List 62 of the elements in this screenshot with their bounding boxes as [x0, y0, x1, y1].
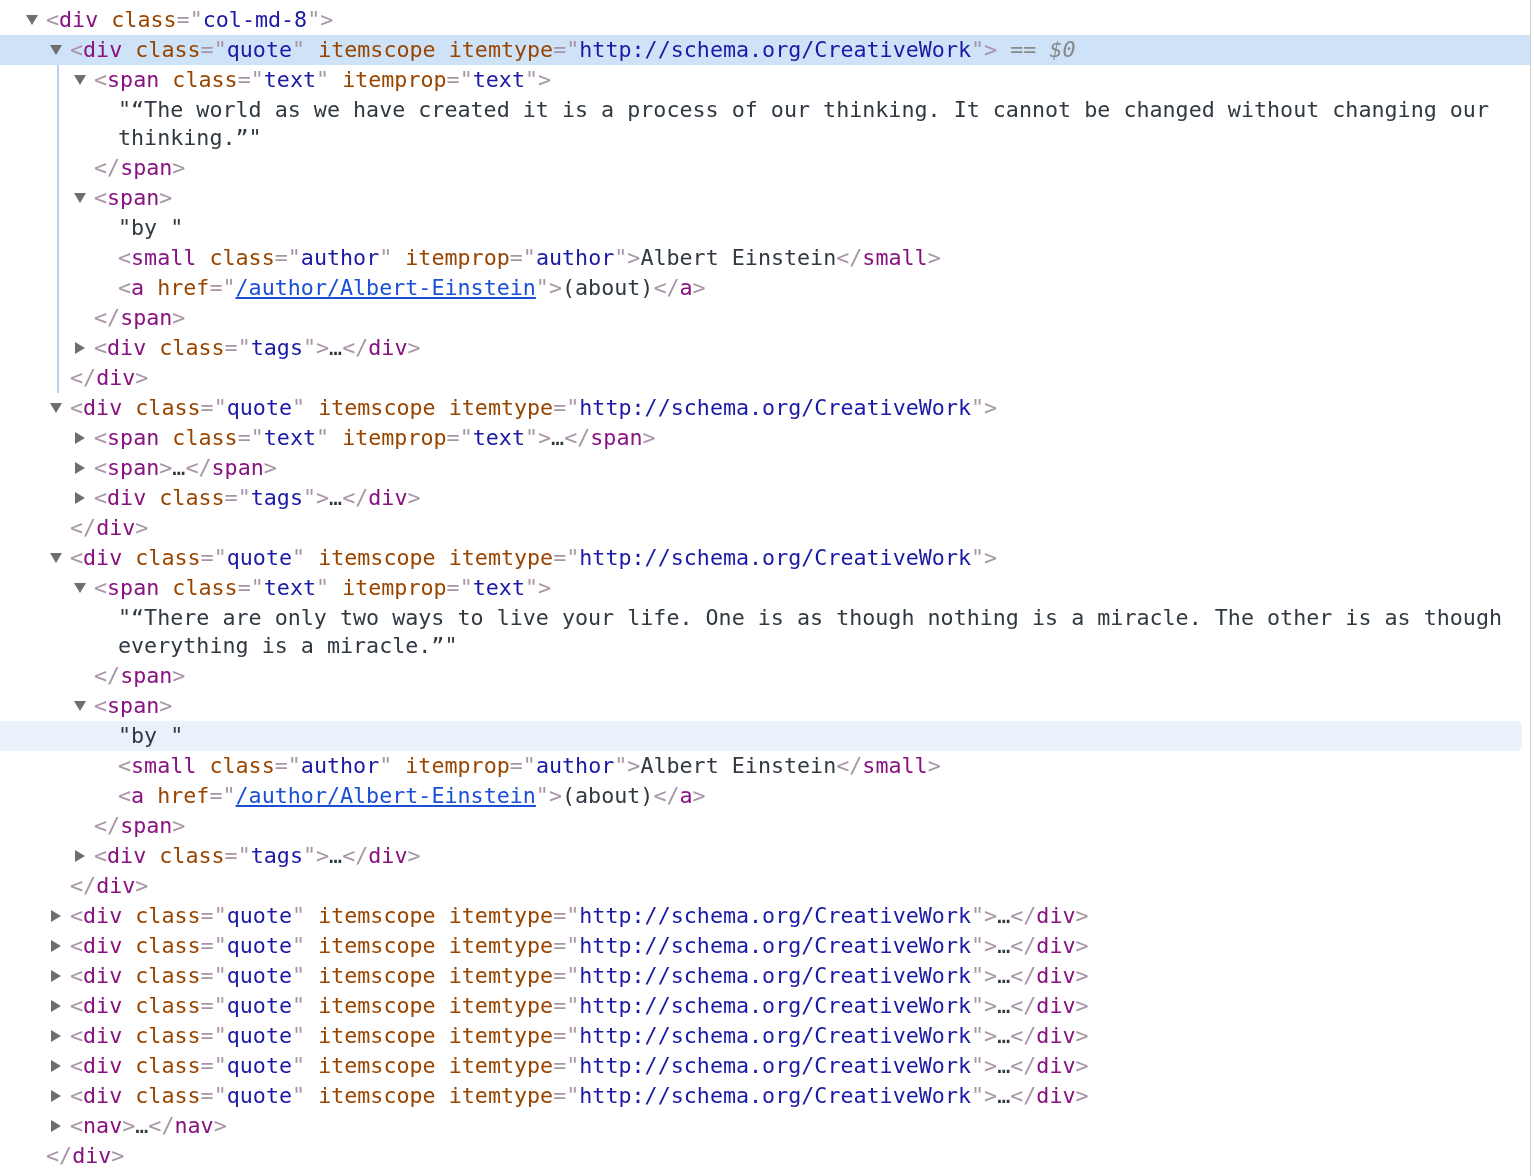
element-tag[interactable]: <span class="text" itemprop="text">: [94, 66, 552, 94]
expand-arrow-icon[interactable]: [50, 1000, 62, 1012]
element-tag[interactable]: <div class="tags">…</div>: [94, 842, 421, 870]
element-tag[interactable]: <a href="/author/Albert-Einstein">(about)</a>: [118, 782, 706, 810]
expand-arrow-icon[interactable]: [74, 342, 86, 354]
hovered-row-highlight[interactable]: "by ": [0, 721, 1522, 751]
text-node[interactable]: "“There are only two ways to live your life. One is as though nothing is a miracle. The other is as though everything is a miracle.”": [118, 604, 1526, 660]
closing-tag: </span>: [94, 812, 186, 840]
element-tag[interactable]: <div class="quote" itemscope itemtype="http://schema.org/CreativeWork">…</div>: [70, 1082, 1089, 1110]
collapse-arrow-icon[interactable]: [74, 700, 86, 712]
collapse-arrow-icon[interactable]: [50, 44, 62, 56]
expand-arrow-icon[interactable]: [50, 970, 62, 982]
collapse-arrow-icon[interactable]: [50, 402, 62, 414]
element-tag[interactable]: <small class="author" itemprop="author">Albert Einstein</small>: [118, 244, 941, 272]
expand-arrow-icon[interactable]: [50, 1120, 62, 1132]
element-tag[interactable]: <span class="text" itemprop="text">: [94, 574, 552, 602]
element-tag[interactable]: <div class="quote" itemscope itemtype="http://schema.org/CreativeWork">…</div>: [70, 962, 1089, 990]
element-tag[interactable]: <div class="quote" itemscope itemtype="http://schema.org/CreativeWork"> == $0: [70, 36, 1076, 64]
expand-arrow-icon[interactable]: [50, 940, 62, 952]
expand-arrow-icon[interactable]: [50, 1060, 62, 1072]
closing-tag: </span>: [94, 304, 186, 332]
closing-tag: </div>: [70, 514, 149, 542]
text-node[interactable]: "by ": [118, 722, 184, 750]
expand-arrow-icon[interactable]: [74, 492, 86, 504]
element-tag[interactable]: <div class="quote" itemscope itemtype="http://schema.org/CreativeWork">…</div>: [70, 992, 1089, 1020]
element-tag[interactable]: <nav>…</nav>: [70, 1112, 227, 1140]
text-node[interactable]: "by ": [118, 214, 184, 242]
expand-arrow-icon[interactable]: [74, 432, 86, 444]
closing-tag: </span>: [94, 154, 186, 182]
element-tag[interactable]: <a href="/author/Albert-Einstein">(about)</a>: [118, 274, 706, 302]
expand-arrow-icon[interactable]: [50, 1090, 62, 1102]
closing-tag: </div>: [46, 1142, 125, 1170]
closing-tag: </div>: [70, 872, 149, 900]
expand-arrow-icon[interactable]: [74, 462, 86, 474]
element-tag[interactable]: <div class="tags">…</div>: [94, 334, 421, 362]
expand-arrow-icon[interactable]: [74, 850, 86, 862]
element-tag[interactable]: <span>…</span>: [94, 454, 277, 482]
expand-arrow-icon[interactable]: [50, 910, 62, 922]
element-tag[interactable]: <small class="author" itemprop="author">Albert Einstein</small>: [118, 752, 941, 780]
element-tag[interactable]: <span>: [94, 184, 173, 212]
collapse-arrow-icon[interactable]: [26, 14, 38, 26]
link[interactable]: /author/Albert-Einstein: [235, 275, 536, 300]
element-tag[interactable]: <span class="text" itemprop="text">…</span>: [94, 424, 656, 452]
collapse-arrow-icon[interactable]: [50, 552, 62, 564]
element-tag[interactable]: <div class="col-md-8">: [46, 6, 334, 34]
element-tag[interactable]: <div class="quote" itemscope itemtype="http://schema.org/CreativeWork">: [70, 394, 998, 422]
element-tag[interactable]: <div class="quote" itemscope itemtype="http://schema.org/CreativeWork">…</div>: [70, 1022, 1089, 1050]
collapse-arrow-icon[interactable]: [74, 74, 86, 86]
text-node[interactable]: "“The world as we have created it is a process of our thinking. It cannot be changed without changing our thinking.”": [118, 96, 1526, 152]
expand-arrow-icon[interactable]: [50, 1030, 62, 1042]
element-tag[interactable]: <div class="quote" itemscope itemtype="http://schema.org/CreativeWork">…</div>: [70, 932, 1089, 960]
collapse-arrow-icon[interactable]: [74, 582, 86, 594]
element-tag[interactable]: <div class="quote" itemscope itemtype="http://schema.org/CreativeWork">: [70, 544, 998, 572]
closing-tag: </span>: [94, 662, 186, 690]
link[interactable]: /author/Albert-Einstein: [235, 783, 536, 808]
element-tag[interactable]: <div class="quote" itemscope itemtype="http://schema.org/CreativeWork">…</div>: [70, 902, 1089, 930]
collapse-arrow-icon[interactable]: [74, 192, 86, 204]
element-tag[interactable]: <div class="tags">…</div>: [94, 484, 421, 512]
element-tag[interactable]: <div class="quote" itemscope itemtype="http://schema.org/CreativeWork">…</div>: [70, 1052, 1089, 1080]
closing-tag: </div>: [70, 364, 149, 392]
selected-row-highlight[interactable]: <div class="quote" itemscope itemtype="http://schema.org/CreativeWork"> == $0: [0, 35, 1530, 65]
element-tag[interactable]: <span>: [94, 692, 173, 720]
